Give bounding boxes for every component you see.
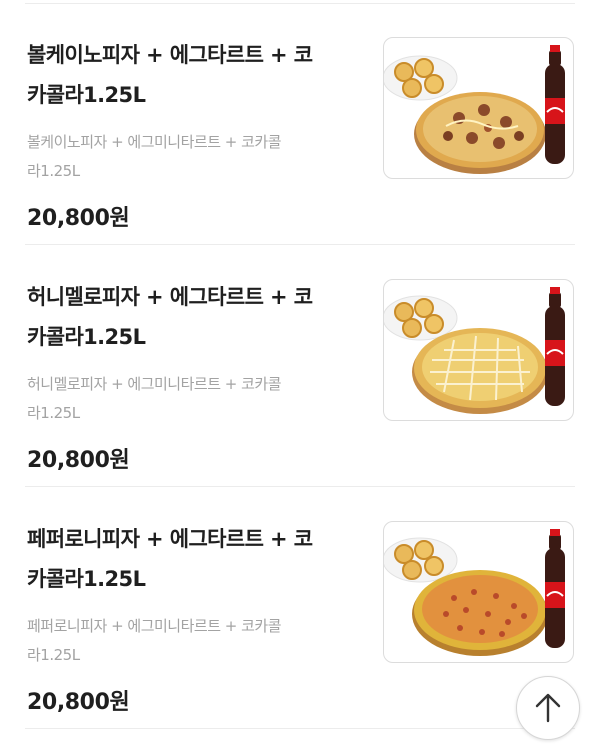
menu-divider [25, 728, 575, 729]
menu-item-text: 페퍼로니피자 + 에그타르트 + 코 카콜라1.25L 페퍼로니피자 + 에그미… [27, 519, 347, 716]
menu-item-price: 20,800원 [27, 690, 130, 715]
menu-item-name: 페퍼로니피자 + 에그타르트 + 코 카콜라1.25L [27, 527, 313, 591]
menu-item[interactable]: 페퍼로니피자 + 에그타르트 + 코 카콜라1.25L 페퍼로니피자 + 에그미… [0, 484, 600, 726]
menu-item-name: 허니멜로피자 + 에그타르트 + 코 카콜라1.25L [27, 285, 313, 349]
menu-item-description: 볼케이노피자 + 에그미니타르트 + 코카콜 라1.25L [27, 133, 282, 180]
menu-item-price: 20,800원 [27, 448, 130, 473]
volcano-pizza-set-image[interactable] [383, 37, 574, 179]
arrow-up-icon [535, 693, 561, 723]
honey-mello-pizza-set-image[interactable] [383, 279, 574, 421]
menu-item-price: 20,800원 [27, 206, 130, 231]
menu-item-name: 볼케이노피자 + 에그타르트 + 코 카콜라1.25L [27, 43, 313, 107]
menu-item-description: 페퍼로니피자 + 에그미니타르트 + 코카콜 라1.25L [27, 617, 282, 664]
scroll-to-top-button[interactable] [516, 676, 580, 740]
pepperoni-pizza-set-image[interactable] [383, 521, 574, 663]
menu-item-description: 허니멜로피자 + 에그미니타르트 + 코카콜 라1.25L [27, 375, 282, 422]
menu-item-text: 허니멜로피자 + 에그타르트 + 코 카콜라1.25L 허니멜로피자 + 에그미… [27, 277, 347, 474]
menu-item[interactable]: 볼케이노피자 + 에그타르트 + 코 카콜라1.25L 볼케이노피자 + 에그미… [0, 0, 600, 242]
menu-item-text: 볼케이노피자 + 에그타르트 + 코 카콜라1.25L 볼케이노피자 + 에그미… [27, 35, 347, 232]
menu-item[interactable]: 허니멜로피자 + 에그타르트 + 코 카콜라1.25L 허니멜로피자 + 에그미… [0, 242, 600, 484]
